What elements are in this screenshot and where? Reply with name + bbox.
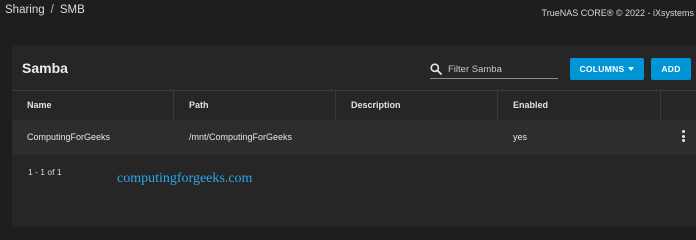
search-input[interactable] [448, 62, 556, 76]
page-title: Samba [22, 60, 68, 76]
breadcrumb-separator: / [50, 4, 54, 16]
add-button[interactable]: ADD [651, 58, 691, 80]
columns-button[interactable]: COLUMNS [570, 58, 644, 80]
table-header: Name Path Description Enabled [12, 90, 696, 121]
column-header-enabled[interactable]: Enabled [498, 91, 661, 120]
cell-enabled: yes [513, 132, 528, 142]
table-row[interactable]: ComputingForGeeks /mnt/ComputingForGeeks… [12, 120, 696, 155]
search-icon [430, 63, 442, 75]
column-header-description[interactable]: Description [336, 91, 498, 120]
column-header-path[interactable]: Path [174, 91, 336, 120]
cell-name: ComputingForGeeks [27, 132, 111, 142]
watermark: computingforgeeks.com [117, 171, 253, 186]
columns-button-label: COLUMNS [579, 64, 625, 74]
more-vert-icon[interactable] [680, 130, 686, 144]
add-button-label: ADD [661, 64, 681, 74]
cell-path: /mnt/ComputingForGeeks [189, 132, 293, 142]
caret-down-icon [628, 67, 634, 71]
breadcrumb-item-sharing[interactable]: Sharing [5, 4, 45, 16]
search-field[interactable] [430, 62, 558, 79]
breadcrumb-item-smb: SMB [59, 4, 85, 16]
cell-description [336, 120, 498, 155]
column-header-name[interactable]: Name [12, 91, 174, 120]
samba-card: Samba COLUMNS ADD Name Path Description … [12, 46, 696, 226]
paginator-range: 1 - 1 of 1 [28, 167, 62, 177]
top-bar: Sharing / SMB TrueNAS CORE® © 2022 - iXsys… [0, 0, 696, 26]
copyright-text[interactable]: TrueNAS CORE® © 2022 - iXsystems [542, 8, 694, 18]
breadcrumb: Sharing / SMB [5, 4, 85, 16]
